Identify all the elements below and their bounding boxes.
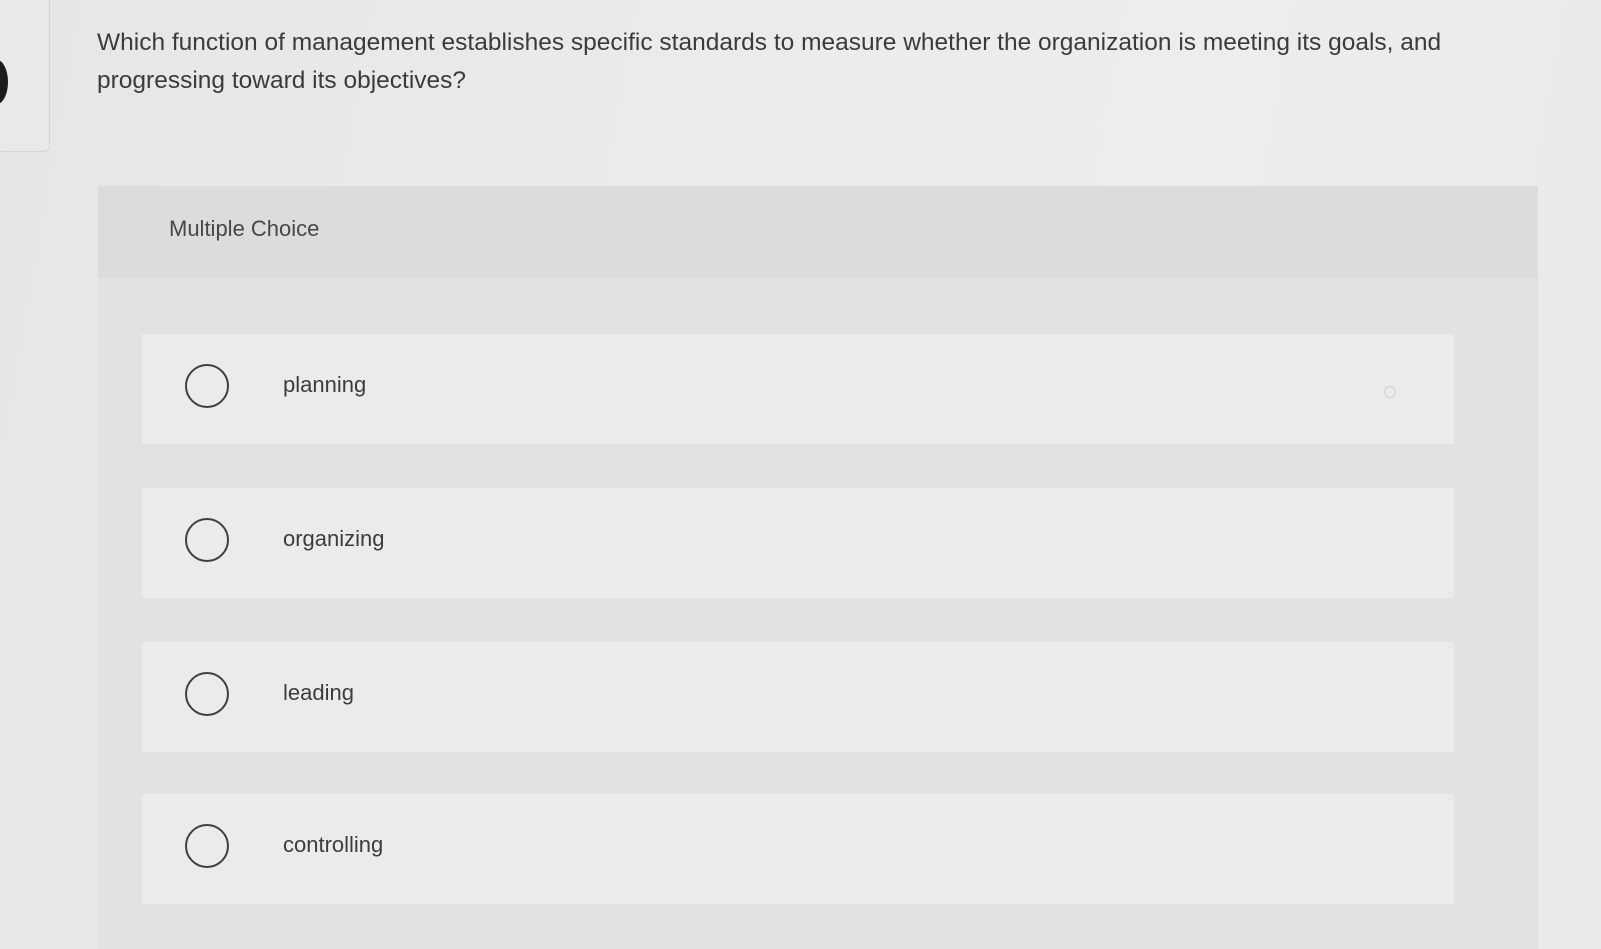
faint-circle-icon: [1384, 386, 1396, 398]
choice-leading[interactable]: leading: [142, 642, 1454, 752]
radio-button-icon[interactable]: [185, 518, 229, 562]
choice-label: organizing: [283, 526, 385, 551]
radio-button-icon[interactable]: [185, 364, 229, 408]
multiple-choice-header: Multiple Choice: [98, 186, 1538, 278]
multiple-choice-card: Multiple Choice planning organizing lead…: [98, 186, 1538, 949]
choice-controlling[interactable]: controlling: [142, 794, 1454, 904]
radio-button-icon[interactable]: [185, 672, 229, 716]
choice-organizing[interactable]: organizing: [142, 488, 1454, 598]
question-text: Which function of management establishes…: [97, 29, 1442, 94]
choice-label: controlling: [283, 832, 384, 857]
radio-button-icon[interactable]: [185, 824, 229, 868]
choice-label: leading: [283, 680, 354, 705]
choice-planning[interactable]: planning: [142, 334, 1454, 444]
multiple-choice-label: Multiple Choice: [169, 216, 320, 241]
choice-label: planning: [283, 372, 367, 397]
